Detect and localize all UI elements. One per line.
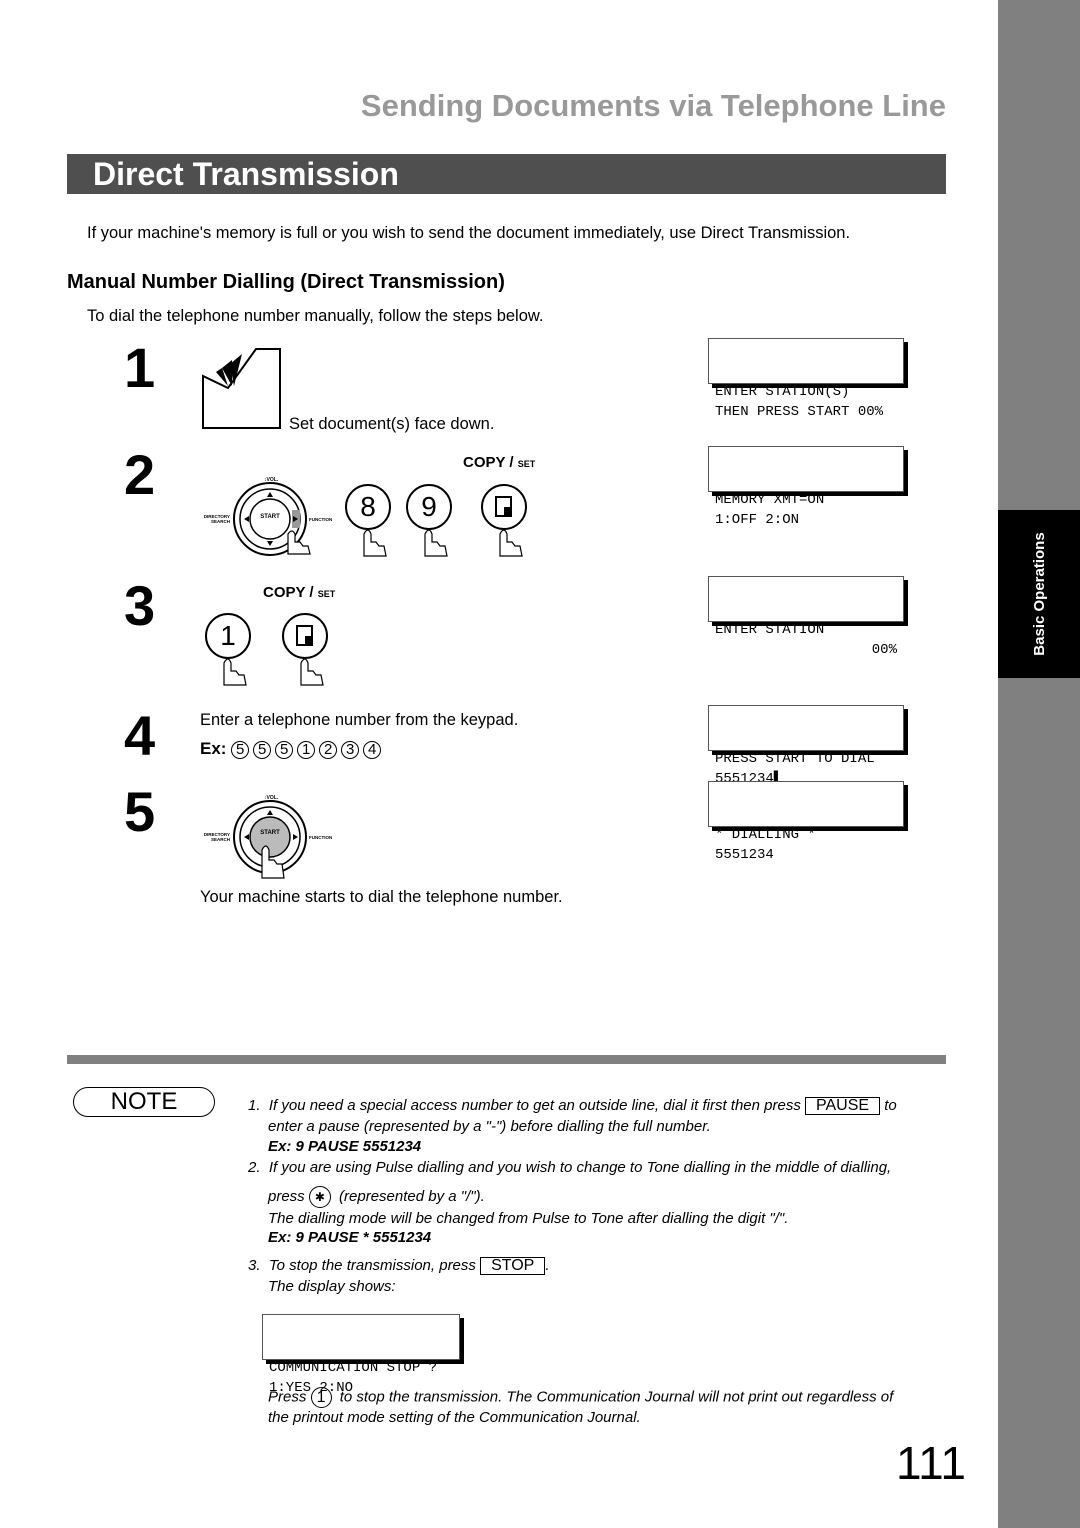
- svg-text:FUNCTION: FUNCTION: [309, 835, 332, 840]
- step-number: 3: [124, 574, 156, 637]
- digit-key: 5: [275, 740, 294, 759]
- lcd-line: ENTER STATION: [715, 622, 825, 638]
- note-badge: NOTE: [73, 1087, 215, 1117]
- digit-key: 2: [319, 740, 338, 759]
- lcd-line: 00%: [871, 642, 897, 658]
- copy-set-label: COPY / SET: [263, 584, 336, 601]
- note-line: Press 1 to stop the transmission. The Co…: [268, 1387, 893, 1408]
- note-text: To stop the transmission, press: [268, 1257, 476, 1274]
- note-text: the printout mode setting of the Communi…: [268, 1409, 641, 1426]
- control-panel-function-icon: START ↕VOL. DIRECTORY SEARCH FUNCTION: [204, 477, 332, 556]
- stop-key: STOP: [480, 1257, 546, 1275]
- copy-set-label: COPY / SET: [463, 454, 536, 471]
- lcd-display-step2: MEMORY XMT=ON 1:OFF 2:ON: [708, 446, 904, 528]
- lcd-line: 1:OFF 2:ON: [715, 512, 800, 528]
- intro-text: If your machine's memory is full or you …: [87, 224, 851, 242]
- note-text: press: [268, 1187, 305, 1205]
- lcd-line: THEN PRESS START 00%: [715, 404, 884, 420]
- section-bar: Direct Transmission: [67, 154, 946, 194]
- lcd-display-step4: PRESS START TO DIAL 5551234▌: [708, 705, 904, 787]
- step-number: 4: [124, 704, 156, 767]
- lcd-display-step3: ENTER STATION 00%: [708, 576, 904, 658]
- note-text: .: [545, 1257, 550, 1274]
- step5-text: Your machine starts to dial the telephon…: [200, 888, 563, 906]
- section-divider: [67, 1055, 946, 1064]
- lcd-display-stop: COMMUNICATION STOP ? 1:YES 2:NO: [262, 1314, 460, 1396]
- note-line: press ✱ (represented by a "/").: [268, 1186, 485, 1208]
- document-face-down-icon: [202, 348, 281, 429]
- note-number: 2.: [248, 1159, 261, 1176]
- subsection-lead: To dial the telephone number manually, f…: [87, 307, 544, 325]
- note-example: Ex: 9 PAUSE * 5551234: [268, 1229, 432, 1246]
- chapter-tab: Basic Operations: [998, 510, 1080, 678]
- set-label: SET: [517, 459, 536, 469]
- chapter-tab-label: Basic Operations: [1030, 532, 1048, 656]
- svg-text:↕VOL.: ↕VOL.: [264, 477, 279, 483]
- digit-key: 4: [363, 740, 382, 759]
- digit-key: 5: [231, 740, 250, 759]
- note-number: 3.: [248, 1257, 261, 1274]
- finger-press-icon: [424, 529, 448, 557]
- finger-press-icon: [300, 658, 324, 686]
- side-band: [998, 0, 1080, 1528]
- digit-key: 1: [297, 740, 316, 759]
- chapter-title: Sending Documents via Telephone Line: [360, 88, 946, 123]
- subsection-title: Manual Number Dialling (Direct Transmiss…: [67, 271, 505, 293]
- lcd-line: PRESS START TO DIAL: [715, 751, 875, 767]
- note-text: (represented by a "/").: [339, 1187, 485, 1205]
- control-panel-start-icon: START ↕VOL. DIRECTORY SEARCH FUNCTION: [204, 795, 332, 879]
- lcd-display-step5: * DIALLING * 5551234: [708, 781, 904, 863]
- note-item-2: 2. If you are using Pulse dialling and y…: [248, 1158, 891, 1178]
- lcd-display-step1: ENTER STATION(S) THEN PRESS START 00%: [708, 338, 904, 420]
- note-text: to: [884, 1097, 897, 1114]
- pause-key: PAUSE: [805, 1097, 881, 1115]
- note-text: If you need a special access number to g…: [268, 1097, 801, 1114]
- copy-label: COPY: [263, 584, 306, 601]
- copy-label: COPY: [463, 454, 506, 471]
- note-number: 1.: [248, 1097, 261, 1114]
- section-title: Direct Transmission: [93, 156, 399, 192]
- note-item-3: 3. To stop the transmission, press STOP.: [248, 1256, 550, 1276]
- step1-text: Set document(s) face down.: [289, 415, 495, 433]
- lcd-line: 5551234: [715, 847, 774, 863]
- digit-key: 5: [253, 740, 272, 759]
- note-item-1: 1. If you need a special access number t…: [248, 1096, 897, 1116]
- copy-icon: [495, 496, 512, 517]
- lcd-line: * DIALLING *: [715, 827, 816, 843]
- set-label: SET: [317, 589, 336, 599]
- finger-press-icon: [499, 529, 523, 557]
- svg-text:START: START: [260, 830, 280, 836]
- note-text: Press: [268, 1388, 307, 1406]
- lcd-line: ENTER STATION(S): [715, 384, 850, 400]
- note-text: enter a pause (represented by a "-") bef…: [268, 1118, 711, 1135]
- note-text: The dialling mode will be changed from P…: [268, 1210, 789, 1227]
- finger-press-icon: [363, 529, 387, 557]
- lcd-line: MEMORY XMT=ON: [715, 492, 825, 508]
- step-number: 5: [124, 780, 156, 843]
- note-text: to stop the transmission. The Communicat…: [339, 1388, 894, 1406]
- copy-icon: [296, 625, 313, 646]
- note-text: If you are using Pulse dialling and you …: [268, 1159, 892, 1176]
- key-1-icon: 1: [310, 1387, 332, 1408]
- note-text: The display shows:: [268, 1278, 396, 1295]
- svg-text:SEARCH: SEARCH: [211, 519, 230, 524]
- finger-press-icon: [223, 658, 247, 686]
- lcd-line: COMMUNICATION STOP ?: [269, 1360, 438, 1376]
- svg-text:↕VOL.: ↕VOL.: [264, 795, 279, 801]
- step-number: 2: [124, 443, 156, 506]
- page-number: 111: [896, 1437, 966, 1489]
- svg-text:FUNCTION: FUNCTION: [309, 517, 332, 522]
- svg-text:START: START: [260, 514, 280, 520]
- digit-key: 3: [341, 740, 360, 759]
- example-label: Ex:: [200, 739, 227, 758]
- example-digits: Ex: 5551234: [200, 739, 385, 759]
- svg-text:SEARCH: SEARCH: [211, 837, 230, 842]
- step-number: 1: [124, 336, 156, 399]
- step4-text: Enter a telephone number from the keypad…: [200, 711, 519, 729]
- note-example: Ex: 9 PAUSE 5551234: [268, 1138, 422, 1155]
- star-key: ✱: [308, 1186, 331, 1208]
